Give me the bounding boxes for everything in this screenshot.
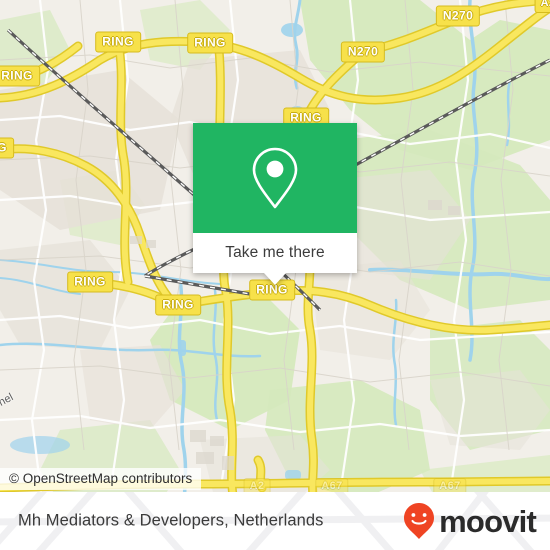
take-me-there-label: Take me there: [225, 244, 325, 261]
popup-pointer-tail: [264, 273, 286, 285]
road-shield-n270: N270: [435, 5, 481, 27]
road-shield-ring: RING: [0, 65, 40, 87]
footer-bar: Mh Mediators & Developers, Netherlands m…: [0, 492, 550, 550]
moovit-wordmark: moovit: [439, 503, 537, 539]
place-popup-card[interactable]: Take me there: [193, 123, 357, 285]
road-shield-ring: RING: [155, 294, 201, 316]
road-shield-n270: N270: [340, 41, 386, 63]
take-me-there-button[interactable]: Take me there: [193, 233, 357, 273]
popup-image-area: [193, 123, 357, 233]
road-shield-ring: RING: [67, 271, 113, 293]
moovit-pin-icon: [404, 503, 435, 539]
road-shield-a2: A2: [534, 0, 550, 13]
road-shield-g: G: [0, 137, 14, 159]
place-title: Mh Mediators & Developers, Netherlands: [18, 511, 324, 530]
road-shield-ring: RING: [187, 32, 233, 54]
map-attribution[interactable]: © OpenStreetMap contributors: [0, 468, 202, 490]
map-pin-icon: [252, 147, 298, 209]
moovit-place-card: RINGRINGRINGRINGGN270N270A2RINGRINGRINGA…: [0, 0, 550, 550]
road-shield-ring: RING: [95, 31, 141, 53]
moovit-logo[interactable]: moovit: [402, 502, 537, 540]
